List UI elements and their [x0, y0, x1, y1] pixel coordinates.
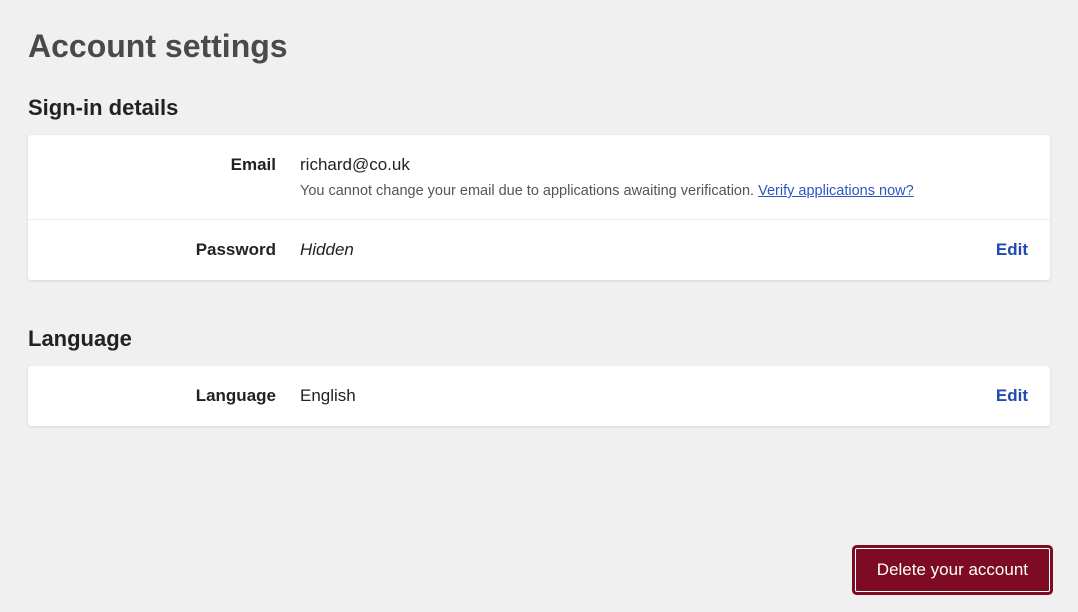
password-value-col: Hidden — [300, 240, 976, 260]
email-value: richard@co.uk — [300, 155, 1028, 175]
language-value: English — [300, 386, 976, 406]
email-help-prefix: You cannot change your email due to appl… — [300, 183, 758, 199]
page-title: Account settings — [28, 28, 1050, 65]
delete-button-container: Delete your account — [855, 548, 1050, 592]
language-edit-button[interactable]: Edit — [976, 386, 1028, 406]
signin-section-title: Sign-in details — [28, 95, 1050, 121]
email-row: Email richard@co.uk You cannot change yo… — [28, 135, 1050, 220]
password-row: Password Hidden Edit — [28, 220, 1050, 280]
language-value-col: English — [300, 386, 976, 406]
password-label: Password — [50, 240, 300, 260]
password-edit-button[interactable]: Edit — [976, 240, 1028, 260]
language-section-title: Language — [28, 326, 1050, 352]
email-help-text: You cannot change your email due to appl… — [300, 183, 1028, 199]
email-label: Email — [50, 155, 300, 175]
password-value: Hidden — [300, 240, 976, 260]
email-value-col: richard@co.uk You cannot change your ema… — [300, 155, 1028, 199]
signin-card: Email richard@co.uk You cannot change yo… — [28, 135, 1050, 280]
language-card: Language English Edit — [28, 366, 1050, 426]
language-label: Language — [50, 386, 300, 406]
verify-applications-link[interactable]: Verify applications now? — [758, 183, 914, 199]
delete-account-button[interactable]: Delete your account — [855, 548, 1050, 592]
language-row: Language English Edit — [28, 366, 1050, 426]
